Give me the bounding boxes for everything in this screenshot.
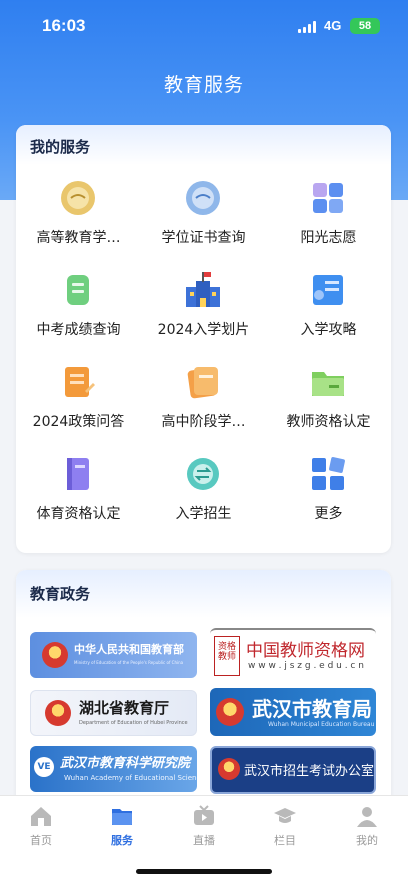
banner-title: 武汉市招生考试办公室: [244, 764, 375, 779]
tab-label: 服务: [111, 834, 133, 847]
service-label: 2024政策问答: [32, 414, 125, 430]
network-label: 4G: [324, 18, 342, 33]
high-school-icon: [187, 367, 218, 399]
education-affairs-card: 教育政务 中华人民共和国教育部 Ministry of Education of…: [16, 570, 391, 810]
graduation-cap-icon: [274, 808, 296, 823]
service-admission-guide[interactable]: 入学攻略: [266, 257, 391, 349]
banner-title: 中华人民共和国教育部: [74, 643, 184, 656]
battery-icon: 58: [350, 18, 380, 34]
service-sports-qualification[interactable]: 体育资格认定: [16, 441, 141, 533]
tab-label: 首页: [30, 834, 52, 847]
service-degree-query[interactable]: 学位证书查询: [141, 165, 266, 257]
tab-live[interactable]: 直播: [174, 804, 234, 848]
tab-label: 我的: [356, 834, 378, 847]
status-bar: 16:03 4G 58: [0, 0, 408, 54]
service-label: 阳光志愿: [300, 230, 357, 246]
tab-label: 直播: [193, 834, 215, 847]
national-emblem-icon: [42, 642, 68, 668]
admission-guide-icon: [313, 275, 343, 305]
service-folder-icon: [112, 809, 132, 825]
sports-qualification-icon: [67, 458, 89, 490]
service-label: 中考成绩查询: [36, 322, 121, 338]
service-school-district[interactable]: 2024入学划片: [141, 257, 266, 349]
higher-education-icon: [61, 181, 95, 215]
teacher-logo-text: 资格: [217, 642, 236, 652]
live-tv-icon: [194, 805, 214, 825]
more-grid-icon: [312, 457, 345, 490]
my-services-title: 我的服务: [16, 125, 391, 165]
tab-home[interactable]: 首页: [11, 804, 71, 848]
banner-subtitle: Department of Education of Hubei Provinc…: [79, 720, 188, 726]
banner-subtitle: Wuhan Municipal Education Bureau: [268, 721, 375, 728]
banner-teacher-qualification[interactable]: 资格 教师 中国教师资格网 w w w . j s z g . e d u . …: [210, 628, 376, 680]
banner-wuhan-admissions-office[interactable]: 武汉市招生考试办公室: [210, 746, 376, 794]
service-label: 高中阶段学…: [161, 414, 246, 430]
banner-url: w w w . j s z g . e d u . c n: [248, 661, 364, 671]
service-label: 学位证书查询: [161, 230, 246, 246]
policy-qa-icon: [65, 367, 95, 397]
school-district-icon: [186, 272, 220, 307]
banner-wuhan-academy[interactable]: VE 武汉市教育科学研究院 Wuhan Academy of Education…: [30, 746, 197, 792]
tab-columns[interactable]: 栏目: [255, 804, 315, 848]
banner-title: 武汉市教育科学研究院: [60, 756, 191, 771]
service-label: 入学招生: [175, 506, 232, 522]
sunshine-volunteer-icon: [313, 183, 343, 213]
teacher-logo: 资格 教师: [214, 636, 240, 676]
service-label: 教师资格认定: [286, 414, 371, 430]
tab-service[interactable]: 服务: [92, 804, 152, 848]
national-emblem-icon: [216, 698, 244, 726]
service-label: 入学攻略: [300, 322, 357, 338]
service-label: 体育资格认定: [36, 506, 121, 522]
service-high-school[interactable]: 高中阶段学…: [141, 349, 266, 441]
service-label: 2024入学划片: [157, 322, 250, 338]
banner-wuhan-education-bureau[interactable]: 武汉市教育局 Wuhan Municipal Education Bureau: [210, 688, 376, 736]
service-teacher-qualification[interactable]: 教师资格认定: [266, 349, 391, 441]
degree-certificate-icon: [186, 181, 220, 215]
national-emblem-icon: [45, 700, 71, 726]
service-policy-qa[interactable]: 2024政策问答: [16, 349, 141, 441]
teacher-qualification-icon: [312, 372, 344, 396]
banner-ministry-of-education[interactable]: 中华人民共和国教育部 Ministry of Education of the …: [30, 632, 197, 678]
banner-subtitle: Ministry of Education of the People's Re…: [74, 660, 184, 665]
teacher-logo-text-2: 教师: [217, 652, 236, 662]
banner-title: 湖北省教育厅: [79, 699, 170, 717]
services-grid: 高等教育学… 学位证书查询 阳光志愿 中考成绩查询 2024入学划片 入学攻略 …: [16, 165, 391, 553]
exam-score-icon: [67, 275, 89, 305]
banner-title: 中国教师资格网: [246, 641, 365, 661]
banner-subtitle: Wuhan Academy of Educational Science: [64, 774, 197, 782]
tab-profile[interactable]: 我的: [337, 804, 397, 848]
service-label: 更多: [314, 506, 343, 522]
home-indicator[interactable]: [136, 869, 272, 874]
academy-logo: VE: [34, 757, 54, 777]
education-affairs-title: 教育政务: [16, 570, 391, 618]
service-more[interactable]: 更多: [266, 441, 391, 533]
banner-hubei-education[interactable]: 湖北省教育厅 Department of Education of Hubei …: [30, 690, 197, 736]
banner-title: 武汉市教育局: [252, 697, 372, 721]
page-title: 教育服务: [163, 74, 244, 96]
status-time: 16:03: [42, 16, 86, 35]
enrollment-icon: [187, 458, 219, 490]
tab-label: 栏目: [274, 834, 296, 847]
service-exam-score[interactable]: 中考成绩查询: [16, 257, 141, 349]
service-sunshine-volunteer[interactable]: 阳光志愿: [266, 165, 391, 257]
service-label: 高等教育学…: [36, 230, 121, 246]
signal-icon: [298, 21, 318, 33]
profile-icon: [357, 807, 377, 827]
national-emblem-icon: [218, 758, 240, 780]
home-icon: [31, 807, 51, 826]
service-higher-education[interactable]: 高等教育学…: [16, 165, 141, 257]
my-services-card: 我的服务 高等教育学… 学位证书查询 阳光志愿 中考成绩查询 2024入学划片 …: [16, 125, 391, 553]
service-enrollment[interactable]: 入学招生: [141, 441, 266, 533]
